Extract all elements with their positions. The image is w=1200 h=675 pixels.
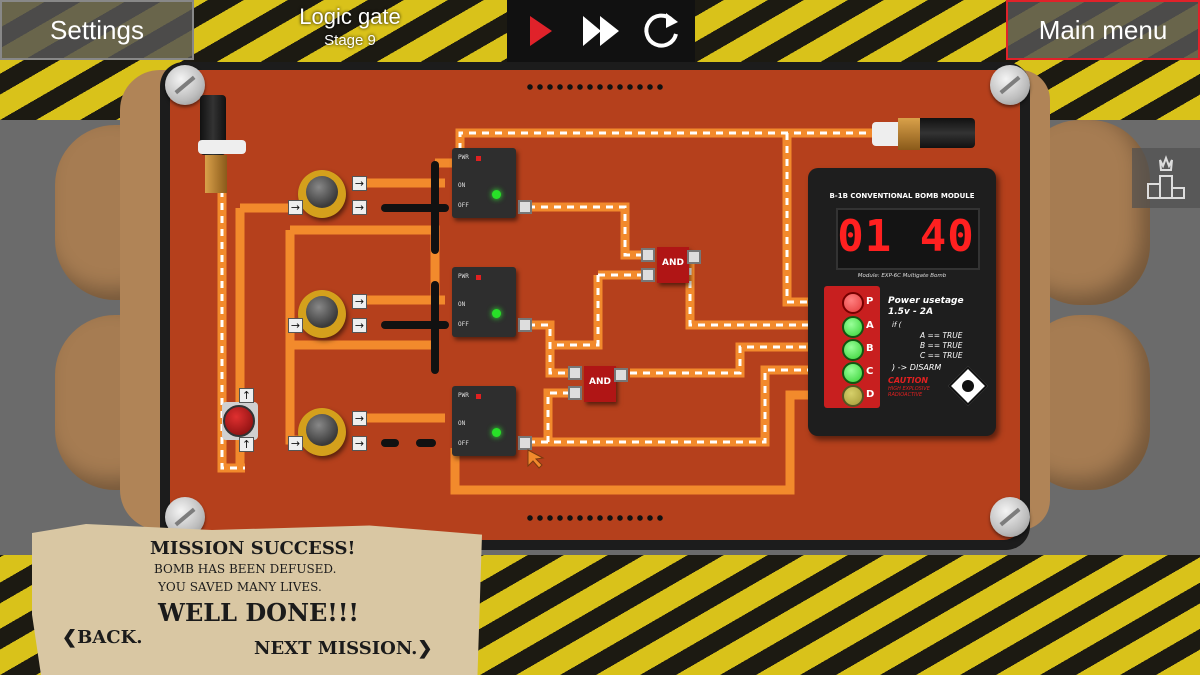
arrow-right-icon: → — [352, 176, 367, 191]
chip-status-led — [492, 309, 501, 318]
gate-input-pin[interactable] — [568, 386, 582, 400]
main-menu-label: Main menu — [1038, 14, 1168, 45]
red-push-button[interactable] — [223, 405, 255, 437]
relay-chip[interactable]: PWR ON OFF — [452, 386, 516, 456]
skull-hazard-icon — [948, 366, 988, 406]
relay-chip[interactable]: PWR ON OFF — [452, 148, 516, 218]
caution-note: HIGH EXPLOSIVE RADIOACTIVE — [888, 386, 930, 398]
led-label-a: A — [866, 320, 874, 331]
play-icon[interactable] — [528, 14, 554, 48]
condition-if: if ( — [892, 321, 902, 329]
settings-label: Settings — [50, 14, 144, 45]
led-label-b: B — [866, 343, 874, 354]
stage-label: Stage 9 — [324, 32, 376, 49]
chip-off-label: OFF — [458, 202, 469, 209]
next-mission-button[interactable]: NEXT MISSION.❯ — [254, 638, 433, 659]
podium-icon — [1147, 155, 1185, 199]
chip-on-label: ON — [458, 301, 466, 308]
caution-label: CAUTION — [888, 376, 929, 385]
arrow-up-icon: ↑ — [239, 388, 254, 403]
power-usage-title: Power usetage — [888, 296, 964, 306]
mission-title: MISSION SUCCESS! — [150, 538, 356, 559]
chip-off-label: OFF — [458, 440, 469, 447]
back-label: BACK. — [77, 627, 143, 648]
chip-output-pin[interactable] — [518, 200, 532, 214]
level-title: Logic gate — [299, 4, 401, 29]
battery-right-base — [898, 118, 920, 150]
rotary-knob[interactable] — [298, 170, 346, 218]
condition-b: B == TRUE — [920, 341, 963, 350]
power-usage-value: 1.5v - 2A — [888, 307, 934, 317]
battery-right — [915, 118, 975, 148]
battery-left-cap — [198, 140, 246, 154]
and-gate-label: AND — [589, 377, 611, 387]
mission-success-note: MISSION SUCCESS! BOMB HAS BEEN DEFUSED. … — [32, 524, 482, 675]
chip-pwr-led — [476, 394, 481, 399]
led-c — [842, 362, 864, 384]
rotary-knob[interactable] — [298, 290, 346, 338]
and-gate-label: AND — [662, 258, 684, 268]
condition-a: A == TRUE — [920, 331, 963, 340]
chevron-left-icon: ❮ — [62, 627, 78, 648]
countdown-timer: 01 40 — [837, 211, 975, 262]
restart-icon[interactable] — [640, 10, 684, 52]
arrow-right-icon: → — [352, 200, 367, 215]
cursor-icon — [527, 449, 545, 469]
rotary-knob[interactable] — [298, 408, 346, 456]
led-label-c: C — [866, 366, 874, 377]
arrow-right-icon: → — [352, 436, 367, 451]
main-menu-button[interactable]: Main menu — [1006, 0, 1200, 60]
led-label-d: D — [866, 389, 875, 400]
relay-chip[interactable]: PWR ON OFF — [452, 267, 516, 337]
gate-input-pin[interactable] — [641, 248, 655, 262]
and-gate[interactable]: AND — [657, 247, 689, 283]
mission-line-1: BOMB HAS BEEN DEFUSED. — [154, 562, 337, 576]
settings-button[interactable]: Settings — [0, 0, 194, 60]
chevron-right-icon: ❯ — [417, 638, 433, 659]
bomb-module-header: B-1B CONVENTIONAL BOMB MODULE — [829, 192, 975, 200]
chip-status-led — [492, 190, 501, 199]
leaderboard-button[interactable] — [1132, 148, 1200, 208]
and-gate[interactable]: AND — [584, 366, 616, 402]
chip-on-label: ON — [458, 182, 466, 189]
chip-pwr-label: PWR — [458, 392, 469, 399]
led-label-p: P — [866, 296, 874, 307]
arrow-right-icon: → — [352, 318, 367, 333]
chip-pwr-label: PWR — [458, 154, 469, 161]
gate-output-pin[interactable] — [687, 250, 701, 264]
led-b — [842, 339, 864, 361]
next-mission-label: NEXT MISSION. — [254, 638, 418, 659]
gate-input-pin[interactable] — [568, 366, 582, 380]
led-a — [842, 316, 864, 338]
led-p — [842, 292, 864, 314]
mission-line-2: YOU SAVED MANY LIVES. — [158, 580, 322, 594]
back-button[interactable]: ❮BACK. — [62, 627, 143, 648]
condition-c: C == TRUE — [920, 351, 963, 360]
gate-output-pin[interactable] — [614, 368, 628, 382]
chip-status-led — [492, 428, 501, 437]
arrow-right-icon: → — [288, 200, 303, 215]
arrow-up-icon: ↑ — [239, 437, 254, 452]
arrow-right-icon: → — [288, 436, 303, 451]
level-info: Logic gate Stage 9 — [196, 0, 504, 60]
chip-off-label: OFF — [458, 321, 469, 328]
module-subtitle: Module: EXP-6C Multigate Bomb — [857, 273, 947, 279]
led-d — [842, 385, 864, 407]
well-done-text: WELL DONE!!! — [158, 598, 359, 627]
chip-output-pin[interactable] — [518, 318, 532, 332]
arrow-right-icon: → — [352, 411, 367, 426]
chip-pwr-label: PWR — [458, 273, 469, 280]
fast-forward-icon[interactable] — [581, 14, 621, 48]
gate-input-pin[interactable] — [641, 268, 655, 282]
arrow-right-icon: → — [288, 318, 303, 333]
battery-left-base — [205, 155, 227, 193]
bomb-module: B-1B CONVENTIONAL BOMB MODULE 01 40 Modu… — [808, 168, 996, 436]
chip-on-label: ON — [458, 420, 466, 427]
condition-result: ) -> DISARM — [892, 363, 942, 372]
chip-pwr-led — [476, 275, 481, 280]
arrow-right-icon: → — [352, 294, 367, 309]
chip-pwr-led — [476, 156, 481, 161]
